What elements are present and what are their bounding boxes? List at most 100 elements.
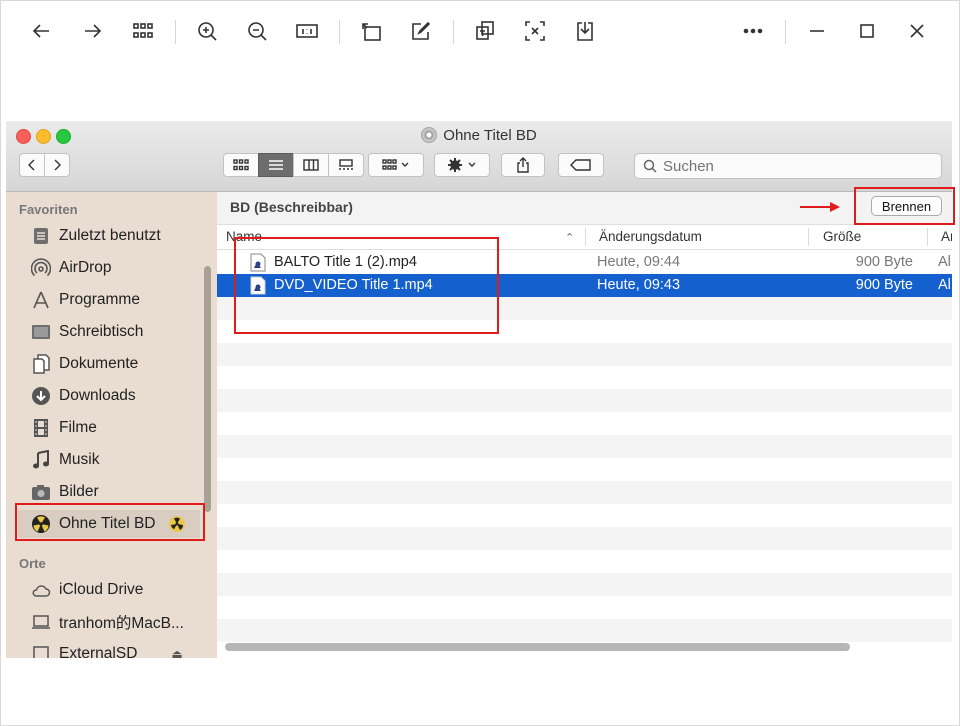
- close-icon[interactable]: [900, 14, 934, 48]
- search-input[interactable]: [661, 156, 925, 176]
- sidebar-item-label: Zuletzt benutzt: [59, 227, 161, 244]
- maximize-icon[interactable]: [850, 14, 884, 48]
- annotation-arrow-icon: [800, 202, 840, 212]
- highlight-disc-box: [15, 503, 205, 541]
- toolbar-divider: [453, 20, 454, 44]
- cloud-icon: [30, 579, 52, 601]
- eject-icon[interactable]: ⏏: [171, 647, 182, 658]
- grid-icon[interactable]: [126, 14, 160, 48]
- sidebar-section-favorites: Favoriten: [19, 202, 78, 217]
- view-gallery-button[interactable]: [328, 153, 364, 177]
- group-button[interactable]: [368, 153, 424, 177]
- sidebar-item-applications[interactable]: Programme: [30, 286, 140, 314]
- sort-chevron-icon[interactable]: ⌃: [565, 231, 574, 244]
- sidebar-item-label: Programme: [59, 291, 140, 308]
- sidebar-item-label: Bilder: [59, 483, 99, 500]
- sidebar-item-recents[interactable]: Zuletzt benutzt: [30, 222, 161, 250]
- sidebar-item-documents[interactable]: Dokumente: [30, 350, 138, 378]
- file-date: Heute, 09:43: [597, 277, 681, 293]
- empty-row: [217, 527, 952, 550]
- downloads-icon: [30, 385, 52, 407]
- action-button[interactable]: [434, 153, 490, 177]
- rotate-icon[interactable]: [354, 14, 388, 48]
- disc-label: BD (Beschreibbar): [230, 199, 353, 215]
- documents-icon: [30, 353, 52, 375]
- edit-icon[interactable]: [404, 14, 438, 48]
- sidebar-item-label: Musik: [59, 451, 100, 468]
- zoom-in-icon[interactable]: [190, 14, 224, 48]
- recents-icon: [30, 225, 52, 247]
- column-size[interactable]: Größe: [823, 229, 861, 244]
- finder-titlebar: Ohne Titel BD: [6, 121, 952, 192]
- column-date[interactable]: Änderungsdatum: [599, 229, 702, 244]
- sidebar-item-music[interactable]: Musik: [30, 446, 99, 474]
- airdrop-icon: [30, 257, 52, 279]
- horizontal-scrollbar[interactable]: [225, 643, 850, 651]
- more-icon[interactable]: [736, 14, 770, 48]
- sidebar-item-label: ExternalSD: [59, 645, 138, 658]
- file-size: 900 Byte: [855, 254, 913, 270]
- sidebar-item-label: Downloads: [59, 387, 136, 404]
- toolbar-divider: [785, 20, 786, 44]
- highlight-burn-box: [854, 187, 955, 225]
- sidebar-item-desktop[interactable]: Schreibtisch: [30, 318, 143, 346]
- sidebar-item-macbook[interactable]: tranhom的MacB...: [30, 608, 184, 636]
- zoom-out-icon[interactable]: [240, 14, 274, 48]
- disc-icon: [421, 127, 438, 143]
- sidebar-item-label: Filme: [59, 419, 97, 436]
- finder-sidebar: Favoriten Zuletzt benutzt AirDrop Progra…: [6, 192, 217, 658]
- view-icons-button[interactable]: [223, 153, 259, 177]
- actual-size-icon[interactable]: [290, 14, 324, 48]
- search-icon: [643, 159, 657, 173]
- file-size: 900 Byte: [855, 277, 913, 293]
- text-extract-icon[interactable]: [518, 14, 552, 48]
- download-icon[interactable]: [568, 14, 602, 48]
- toolbar-divider: [175, 20, 176, 44]
- applications-icon: [30, 289, 52, 311]
- translate-icon[interactable]: [468, 14, 502, 48]
- toolbar-divider: [339, 20, 340, 44]
- file-kind: Al: [938, 254, 951, 270]
- laptop-icon: [30, 611, 52, 633]
- sidebar-item-label: tranhom的MacB...: [59, 615, 184, 632]
- column-kind[interactable]: Ar: [941, 229, 952, 244]
- nav-back-button[interactable]: [19, 153, 45, 177]
- desktop-icon: [30, 321, 52, 343]
- tags-button[interactable]: [558, 153, 604, 177]
- view-list-button[interactable]: [258, 153, 294, 177]
- sidebar-section-places: Orte: [19, 556, 46, 571]
- search-field[interactable]: [634, 153, 942, 179]
- view-columns-button[interactable]: [293, 153, 329, 177]
- file-date: Heute, 09:44: [597, 254, 681, 270]
- sidebar-item-label: iCloud Drive: [59, 581, 144, 598]
- empty-row: [217, 389, 952, 412]
- drive-icon: [30, 643, 52, 658]
- file-kind: Al: [938, 277, 951, 293]
- sidebar-item-externalsd[interactable]: ExternalSD ⏏: [30, 640, 200, 658]
- highlight-files-box: [234, 237, 499, 334]
- column-divider[interactable]: [927, 228, 928, 246]
- nav-forward-button[interactable]: [44, 153, 70, 177]
- sidebar-item-pictures[interactable]: Bilder: [30, 478, 99, 506]
- column-divider[interactable]: [808, 228, 809, 246]
- window-title-text: Ohne Titel BD: [443, 127, 537, 144]
- sidebar-item-label: AirDrop: [59, 259, 112, 276]
- window-title: Ohne Titel BD: [6, 127, 952, 144]
- viewer-toolbar: [0, 0, 960, 64]
- sidebar-item-airdrop[interactable]: AirDrop: [30, 254, 112, 282]
- sidebar-item-downloads[interactable]: Downloads: [30, 382, 136, 410]
- viewer-bottom-area: [0, 658, 960, 726]
- sidebar-item-icloud-drive[interactable]: iCloud Drive: [30, 576, 143, 604]
- sidebar-scrollbar[interactable]: [204, 266, 211, 512]
- forward-arrow-icon[interactable]: [76, 14, 110, 48]
- minimize-icon[interactable]: [800, 14, 834, 48]
- sidebar-item-movies[interactable]: Filme: [30, 414, 97, 442]
- share-button[interactable]: [501, 153, 545, 177]
- sidebar-item-label: Dokumente: [59, 355, 139, 372]
- column-divider[interactable]: [585, 228, 586, 246]
- pictures-icon: [30, 481, 52, 503]
- empty-row: [217, 573, 952, 596]
- movies-icon: [30, 417, 52, 439]
- sidebar-item-label: Schreibtisch: [59, 323, 144, 340]
- back-arrow-icon[interactable]: [24, 14, 58, 48]
